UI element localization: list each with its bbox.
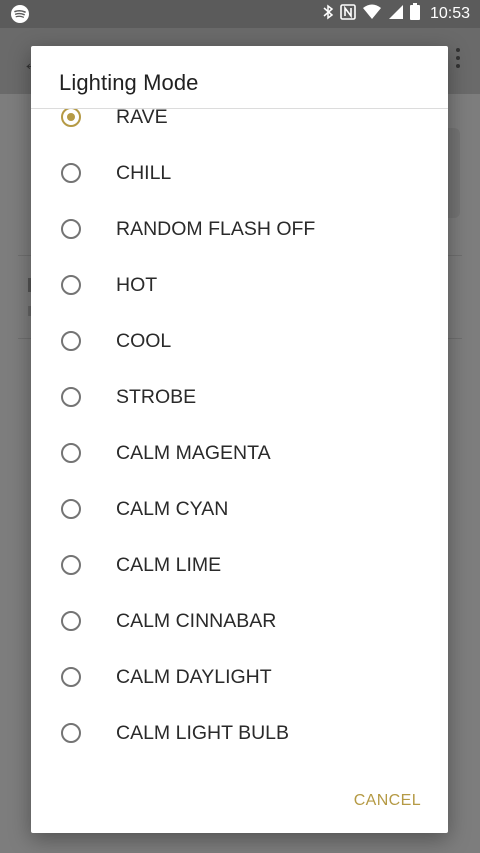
option-label: CALM CINNABAR bbox=[116, 610, 277, 632]
radio-button[interactable] bbox=[61, 163, 81, 183]
battery-icon bbox=[409, 3, 420, 25]
radio-button[interactable] bbox=[61, 723, 81, 743]
option-label: CALM LIME bbox=[116, 554, 222, 576]
bluetooth-icon bbox=[322, 4, 334, 25]
radio-button[interactable] bbox=[61, 555, 81, 575]
cell-signal-icon bbox=[388, 4, 404, 25]
nfc-icon bbox=[340, 3, 356, 25]
radio-button[interactable] bbox=[61, 331, 81, 351]
overflow-menu-icon bbox=[456, 48, 460, 72]
option-label: RANDOM FLASH OFF bbox=[116, 218, 316, 240]
option-calm-cinnabar[interactable]: CALM CINNABAR bbox=[31, 596, 448, 652]
option-rave[interactable]: RAVE bbox=[31, 109, 448, 148]
radio-button[interactable] bbox=[61, 387, 81, 407]
option-label: RAVE bbox=[116, 109, 168, 128]
option-chill[interactable]: CHILL bbox=[31, 148, 448, 204]
option-label: CALM DAYLIGHT bbox=[116, 666, 272, 688]
option-label: HOT bbox=[116, 274, 158, 296]
cancel-button[interactable]: CANCEL bbox=[354, 792, 421, 810]
option-calm-magenta[interactable]: CALM MAGENTA bbox=[31, 428, 448, 484]
option-hot[interactable]: HOT bbox=[31, 260, 448, 316]
option-calm-lime[interactable]: CALM LIME bbox=[31, 540, 448, 596]
status-bar: 10:53 bbox=[0, 0, 480, 28]
option-label: CHILL bbox=[116, 162, 172, 184]
option-calm-light-bulb[interactable]: CALM LIGHT BULB bbox=[31, 708, 448, 764]
clock: 10:53 bbox=[429, 5, 470, 22]
wifi-icon bbox=[362, 4, 382, 25]
option-strobe[interactable]: STROBE bbox=[31, 372, 448, 428]
dialog-title: Lighting Mode bbox=[59, 70, 199, 95]
option-label: CALM CYAN bbox=[116, 498, 229, 520]
radio-button[interactable] bbox=[61, 611, 81, 631]
status-icons: 10:53 bbox=[322, 0, 470, 28]
option-calm-cyan[interactable]: CALM CYAN bbox=[31, 484, 448, 540]
option-calm-daylight[interactable]: CALM DAYLIGHT bbox=[31, 652, 448, 708]
radio-button[interactable] bbox=[61, 667, 81, 687]
option-label: COOL bbox=[116, 330, 172, 352]
radio-button[interactable] bbox=[61, 109, 81, 127]
option-random-flash-off[interactable]: RANDOM FLASH OFF bbox=[31, 204, 448, 260]
radio-button[interactable] bbox=[61, 443, 81, 463]
option-cool[interactable]: COOL bbox=[31, 316, 448, 372]
radio-button[interactable] bbox=[61, 219, 81, 239]
radio-button[interactable] bbox=[61, 499, 81, 519]
options-list[interactable]: RAVE CHILL RANDOM FLASH OFF HOT COOL STR… bbox=[31, 109, 448, 779]
spotify-icon bbox=[11, 5, 29, 23]
option-label: CALM LIGHT BULB bbox=[116, 722, 290, 744]
option-label: CALM MAGENTA bbox=[116, 442, 271, 464]
option-label: STROBE bbox=[116, 386, 197, 408]
lighting-mode-dialog: Lighting Mode RAVE CHILL RANDOM FLASH OF… bbox=[31, 46, 448, 833]
radio-button[interactable] bbox=[61, 275, 81, 295]
